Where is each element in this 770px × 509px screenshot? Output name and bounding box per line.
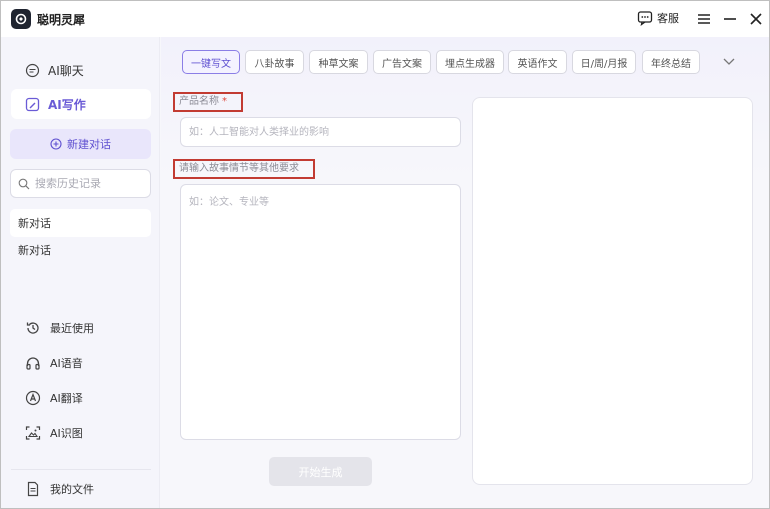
output-panel	[472, 97, 753, 485]
chat-bubble-icon	[637, 11, 653, 26]
story-requirements-label: 请输入故事情节等其他要求	[173, 159, 315, 179]
customer-service-button[interactable]: 客服	[637, 10, 679, 26]
new-chat-label: 新建对话	[67, 138, 111, 151]
tab-seeding-copy[interactable]: 种草文案	[309, 50, 368, 74]
app-title: 聪明灵犀	[37, 13, 86, 27]
tool-ai-image-label: AI识图	[50, 427, 83, 440]
tab-gossip-story[interactable]: 八卦故事	[245, 50, 304, 74]
minimize-icon	[724, 18, 736, 20]
nav-ai-writing[interactable]: AI写作	[11, 89, 151, 119]
sidebar: AI聊天 AI写作 新建对话 新对话 新对话 最近使用 AI语音 AI翻译	[1, 37, 160, 508]
sidebar-divider	[11, 469, 151, 470]
history-icon	[26, 322, 39, 334]
nav-ai-chat-label: AI聊天	[48, 63, 84, 78]
tab-year-end-summary[interactable]: 年终总结	[642, 50, 700, 74]
history-search-input[interactable]	[35, 177, 145, 190]
write-icon	[25, 97, 40, 111]
plus-circle-icon	[50, 138, 62, 150]
tab-ad-copy[interactable]: 广告文案	[373, 50, 431, 74]
menu-button[interactable]	[695, 10, 713, 28]
close-button[interactable]	[747, 10, 765, 28]
history-item[interactable]: 新对话	[10, 209, 151, 237]
headphone-icon	[26, 357, 40, 370]
close-icon	[750, 13, 762, 25]
file-icon	[27, 481, 39, 497]
tool-ai-translate[interactable]: AI翻译	[25, 390, 83, 406]
chevron-down-icon	[723, 58, 735, 65]
tool-ai-voice[interactable]: AI语音	[25, 355, 83, 371]
my-files-label: 我的文件	[50, 483, 94, 496]
scan-image-icon	[25, 426, 41, 440]
tool-recent[interactable]: 最近使用	[25, 320, 94, 336]
nav-ai-chat[interactable]: AI聊天	[11, 55, 151, 85]
tab-english-essay[interactable]: 英语作文	[508, 50, 567, 74]
tool-recent-label: 最近使用	[50, 322, 94, 335]
new-chat-button[interactable]: 新建对话	[10, 129, 151, 159]
chat-icon	[25, 63, 40, 77]
hamburger-icon	[698, 14, 710, 24]
tool-ai-image[interactable]: AI识图	[25, 425, 83, 441]
customer-service-label: 客服	[657, 12, 679, 25]
tabs-expand-button[interactable]	[721, 53, 737, 69]
title-bar: 聪明灵犀 客服	[1, 1, 769, 37]
nav-ai-writing-label: AI写作	[48, 97, 86, 112]
app-window: 聪明灵犀 客服 AI聊天 AI写作 新建对话 搜索历史记录 新对话 新对话 最近…	[0, 0, 770, 509]
product-name-field	[180, 117, 461, 147]
tab-periodic-report[interactable]: 日/周/月报	[572, 50, 636, 74]
product-name-input[interactable]	[189, 118, 452, 146]
product-name-label-text: 产品名称	[179, 96, 219, 107]
minimize-button[interactable]	[721, 10, 739, 28]
app-logo	[11, 9, 31, 29]
tab-tracking-generator[interactable]: 埋点生成器	[436, 50, 504, 74]
story-requirements-field	[180, 184, 461, 440]
required-mark: *	[222, 96, 227, 107]
product-name-label: 产品名称 *	[173, 92, 243, 112]
tool-ai-voice-label: AI语音	[50, 357, 83, 370]
main-panel: 一键写文 八卦故事 种草文案 广告文案 埋点生成器 英语作文 日/周/月报 年终…	[161, 37, 769, 508]
translate-icon	[25, 390, 41, 406]
history-search	[10, 169, 151, 198]
story-requirements-textarea[interactable]	[189, 193, 452, 431]
logo-icon	[15, 13, 27, 25]
tab-one-click-write[interactable]: 一键写文	[182, 50, 240, 74]
start-generate-button[interactable]: 开始生成	[269, 457, 372, 486]
search-icon	[18, 178, 30, 189]
my-files-button[interactable]: 我的文件	[25, 481, 94, 497]
history-item[interactable]: 新对话	[10, 236, 151, 264]
tool-ai-translate-label: AI翻译	[50, 392, 83, 405]
